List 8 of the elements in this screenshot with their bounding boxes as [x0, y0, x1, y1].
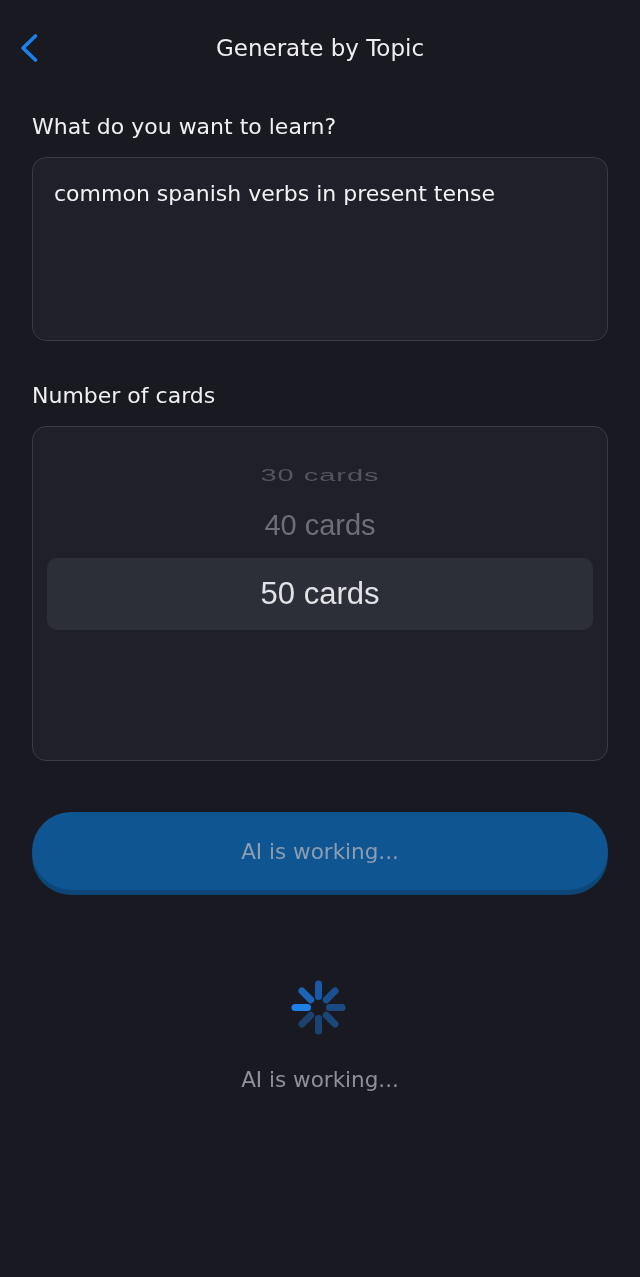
picker-option[interactable]: 50 cards — [47, 558, 593, 630]
spinner-icon — [290, 980, 346, 1035]
field-label: Number of cards — [32, 382, 216, 410]
topic-input-field[interactable]: common spanish verbs in present tense — [32, 157, 608, 341]
field-label: What do you want to learn? — [32, 113, 337, 141]
screen-title: Generate by Topic — [215, 34, 425, 63]
status-text: AI is working... — [241, 1066, 399, 1094]
back-icon[interactable] — [19, 33, 39, 63]
